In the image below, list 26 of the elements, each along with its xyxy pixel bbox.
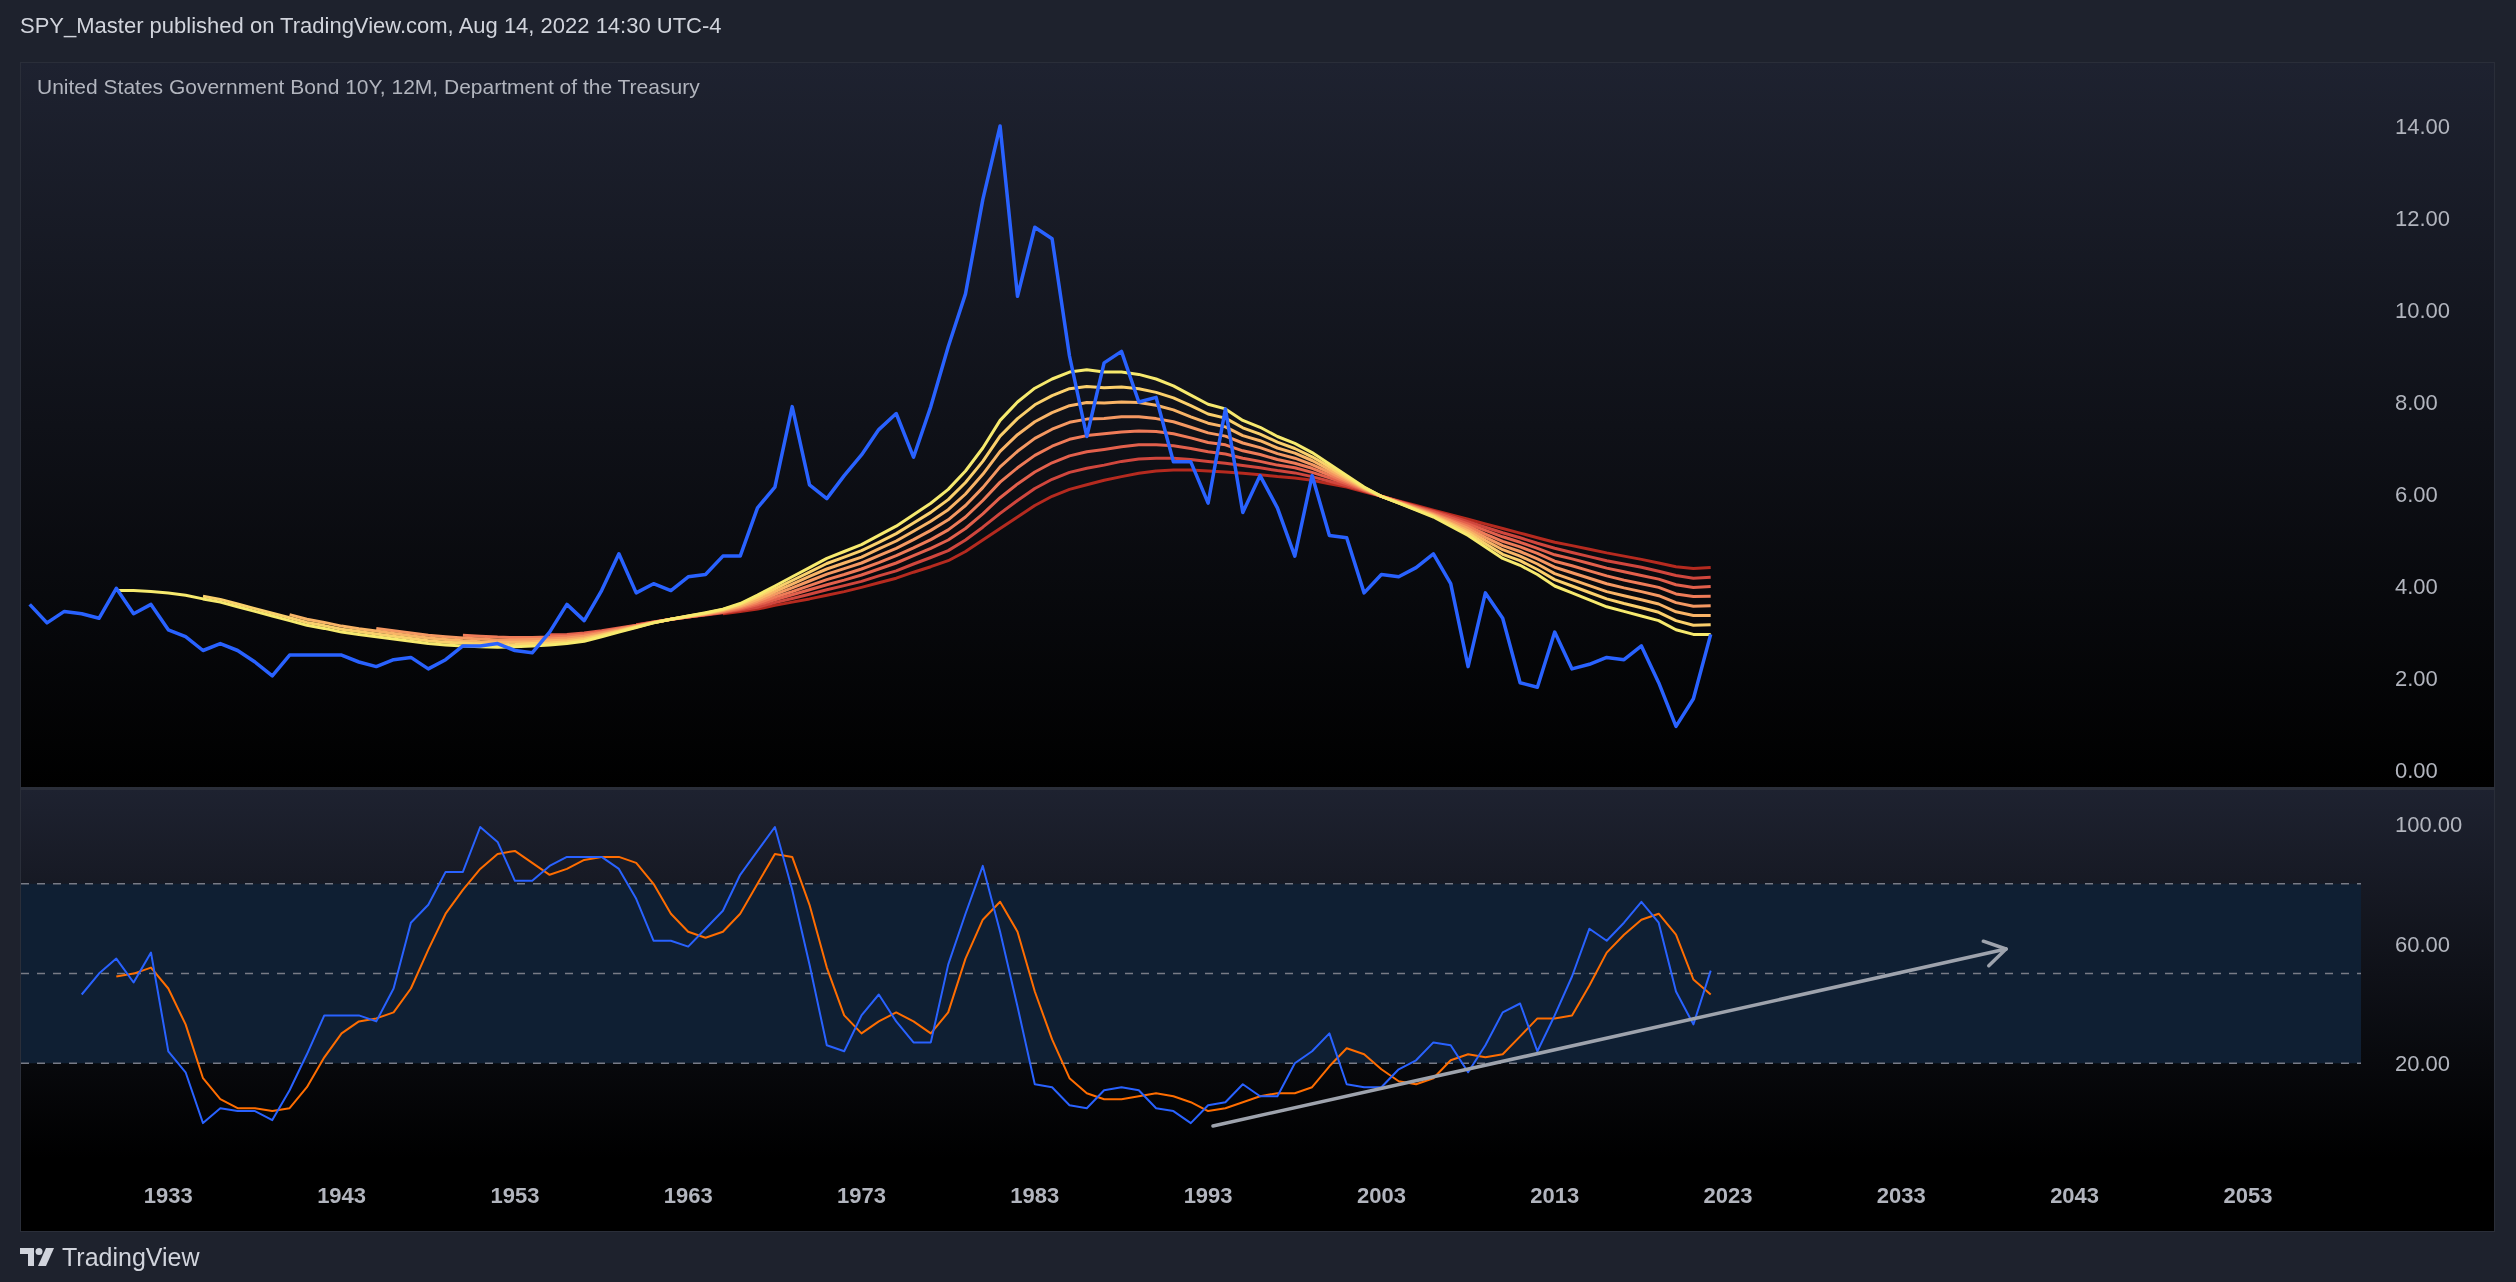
- price-axis-label: 10.00: [2395, 298, 2451, 324]
- chart-title: United States Government Bond 10Y, 12M, Department of the Treasury: [37, 75, 700, 99]
- price-axis-label: 6.00: [2395, 482, 2438, 508]
- time-axis-label: 1933: [143, 1183, 193, 1208]
- time-axis-label: 2053: [2223, 1183, 2273, 1208]
- time-axis-label: 1963: [663, 1183, 713, 1208]
- publish-line: SPY_Master published on TradingView.com, Aug 14, 2022 14:30 UTC-4: [20, 12, 722, 40]
- price-axis-label: 2.00: [2395, 666, 2438, 692]
- time-axis-label: 2033: [1876, 1183, 1926, 1208]
- price-axis-label: 20.00: [2395, 1051, 2451, 1077]
- price-axis-label: 14.00: [2395, 114, 2451, 139]
- price-axis-label: 12.00: [2395, 206, 2451, 232]
- time-axis-label: 1983: [1010, 1183, 1060, 1208]
- time-axis-label: 2023: [1703, 1183, 1753, 1208]
- price-axis-label: 0.00: [2395, 758, 2438, 784]
- time-axis-label: 1953: [490, 1183, 540, 1208]
- time-axis-label: 2043: [2050, 1183, 2100, 1208]
- time-axis-label: 2013: [1530, 1183, 1580, 1208]
- time-axis-label: 2003: [1356, 1183, 1406, 1208]
- time-axis-label: 1973: [837, 1183, 886, 1208]
- price-axis-label: 8.00: [2395, 390, 2438, 416]
- price-axis-label: 100.00: [2395, 812, 2463, 837]
- price-axis-label: 60.00: [2395, 931, 2451, 957]
- price-axis-label: 4.00: [2395, 574, 2438, 600]
- time-axis-label: 1943: [317, 1183, 367, 1208]
- time-axis-label: 1993: [1183, 1183, 1233, 1208]
